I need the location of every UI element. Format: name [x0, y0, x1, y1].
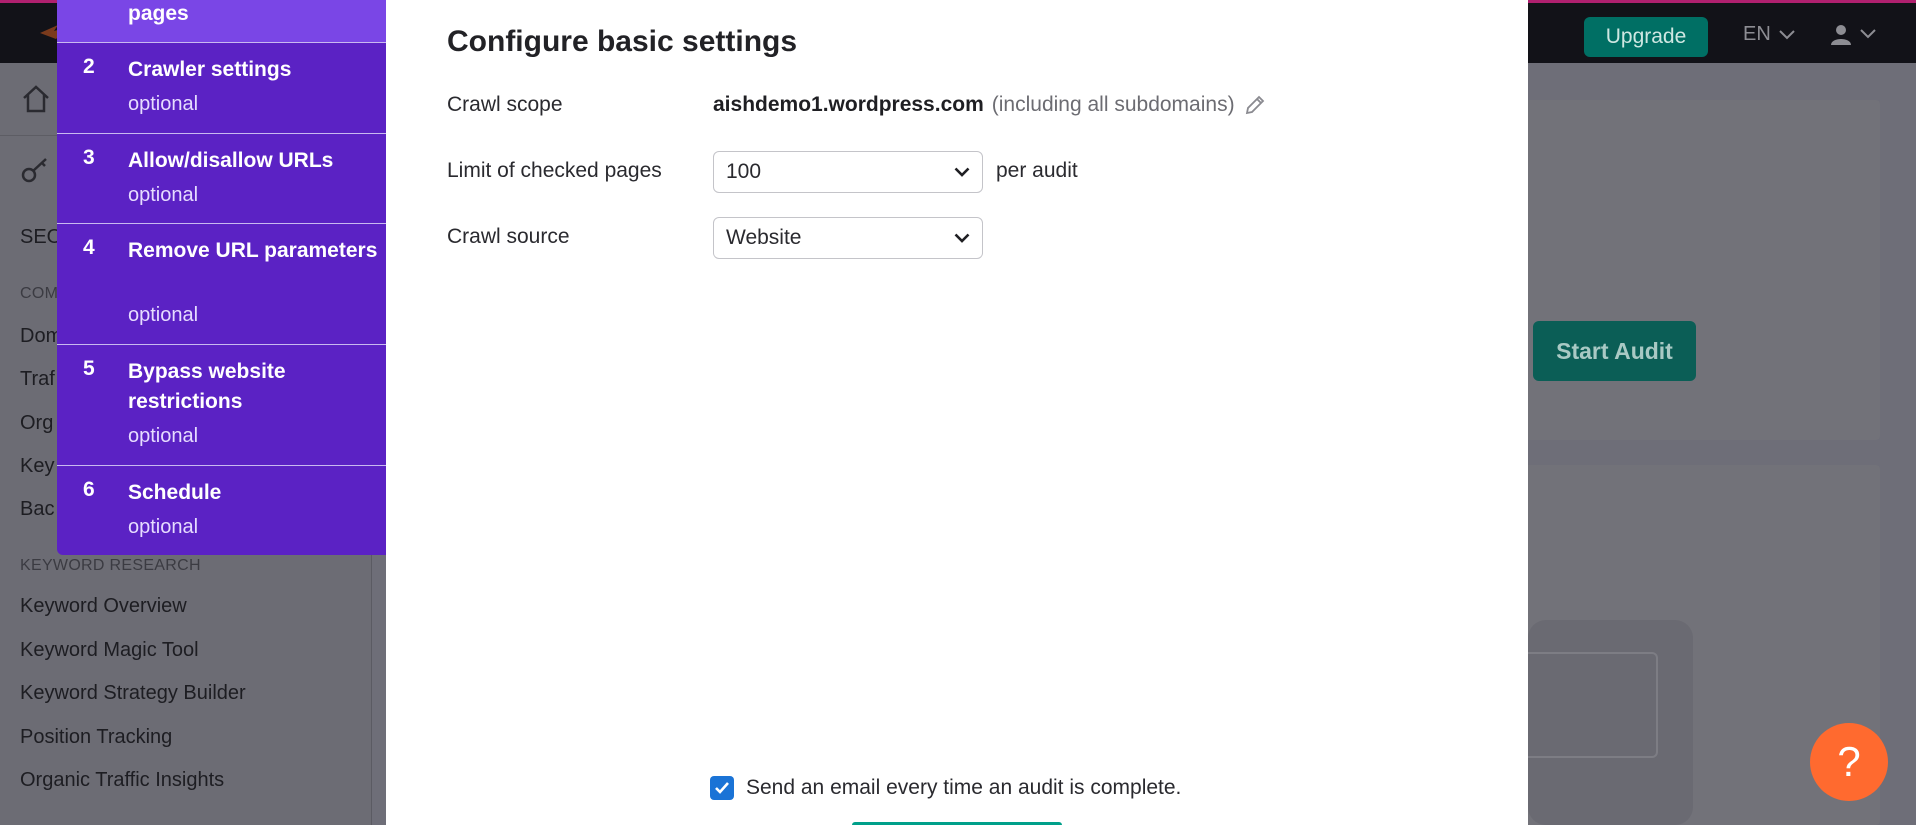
limit-pages-label: Limit of checked pages: [447, 159, 662, 182]
sidebar-item-keyword[interactable]: Key: [20, 455, 54, 478]
pencil-icon[interactable]: [1243, 93, 1267, 117]
crawl-scope-label: Crawl scope: [447, 93, 563, 116]
step-schedule[interactable]: 6 Schedule optional: [57, 465, 386, 555]
crawl-scope-note: (including all subdomains): [991, 93, 1235, 116]
chevron-down-icon: [954, 233, 970, 243]
step-number: 4: [83, 236, 95, 259]
audit-settings-modal: Configure basic settings Crawl scope ais…: [386, 0, 1528, 825]
step-crawler-settings[interactable]: 2 Crawler settings optional: [57, 42, 386, 133]
sidebar-item-traffic[interactable]: Traf: [20, 368, 55, 391]
email-notification-checkbox[interactable]: [710, 776, 734, 800]
step-subtitle: optional: [128, 304, 199, 326]
limit-pages-value: 100: [726, 160, 762, 183]
language-label: EN: [1743, 23, 1771, 45]
limit-pages-select[interactable]: 100: [713, 151, 983, 193]
step-bypass-website-restrictions[interactable]: 5 Bypass website restrictions optional: [57, 344, 386, 465]
sidebar-section-competitive: COM: [20, 285, 59, 302]
crawl-source-label: Crawl source: [447, 225, 570, 248]
step-number: 6: [83, 478, 95, 501]
key-icon[interactable]: [20, 155, 52, 187]
step-title: Schedule: [128, 481, 222, 504]
modal-title: Configure basic settings: [447, 25, 798, 58]
steps-panel: pages 2 Crawler settings optional 3 Allo…: [57, 0, 386, 555]
chevron-down-icon: [1779, 29, 1795, 39]
sidebar-section-keyword-research: KEYWORD RESEARCH: [20, 557, 201, 574]
user-menu[interactable]: [1830, 23, 1876, 45]
checkmark-icon: [715, 782, 729, 794]
sidebar-item-position-tracking[interactable]: Position Tracking: [20, 726, 172, 749]
sidebar-item-organic-traffic-insights[interactable]: Organic Traffic Insights: [20, 769, 224, 792]
step-title: Allow/disallow URLs: [128, 149, 334, 172]
upgrade-button[interactable]: Upgrade: [1584, 17, 1708, 57]
email-notification-row: Send an email every time an audit is com…: [710, 776, 1181, 800]
step-title: Crawler settings: [128, 58, 292, 81]
sidebar-item-keyword-strategy-builder[interactable]: Keyword Strategy Builder: [20, 682, 246, 705]
step-subtitle: optional: [128, 184, 199, 206]
email-notification-label: Send an email every time an audit is com…: [746, 776, 1182, 799]
chevron-down-icon: [1860, 29, 1876, 39]
help-button[interactable]: ?: [1810, 723, 1888, 801]
home-icon[interactable]: [20, 83, 52, 115]
step-title: Bypass website restrictions: [128, 360, 286, 413]
step-active-label: pages: [128, 2, 189, 25]
start-audit-button[interactable]: Start Audit: [1533, 321, 1696, 381]
step-subtitle: optional: [128, 516, 199, 538]
step-remove-url-parameters[interactable]: 4 Remove URL parameters optional: [57, 223, 386, 344]
sidebar-item-organic[interactable]: Org: [20, 412, 53, 435]
sidebar-item-keyword-overview[interactable]: Keyword Overview: [20, 595, 187, 618]
user-icon: [1831, 25, 1851, 45]
step-allow-disallow-urls[interactable]: 3 Allow/disallow URLs optional: [57, 133, 386, 223]
sidebar-item-keyword-magic-tool[interactable]: Keyword Magic Tool: [20, 639, 199, 662]
step-active[interactable]: pages: [57, 0, 386, 42]
language-switcher[interactable]: EN: [1743, 23, 1795, 46]
step-number: 3: [83, 146, 95, 169]
crawl-source-value: Website: [726, 226, 802, 249]
step-subtitle: optional: [128, 93, 199, 115]
step-number: 5: [83, 357, 95, 380]
background-input-box: [1528, 652, 1658, 758]
crawl-scope-value: aishdemo1.wordpress.com (including all s…: [713, 93, 1267, 117]
step-title: Remove URL parameters: [128, 239, 378, 262]
sidebar-item-domain[interactable]: Dom: [20, 325, 62, 348]
step-number: 2: [83, 55, 95, 78]
per-audit-label: per audit: [996, 159, 1078, 182]
chevron-down-icon: [954, 167, 970, 177]
crawl-source-select[interactable]: Website: [713, 217, 983, 259]
sidebar-item-seo[interactable]: SEO: [20, 226, 62, 249]
sidebar-item-backlinks[interactable]: Bac: [20, 498, 54, 521]
crawl-scope-domain: aishdemo1.wordpress.com: [713, 93, 984, 116]
background-card: [1520, 100, 1880, 440]
step-subtitle: optional: [128, 425, 199, 447]
